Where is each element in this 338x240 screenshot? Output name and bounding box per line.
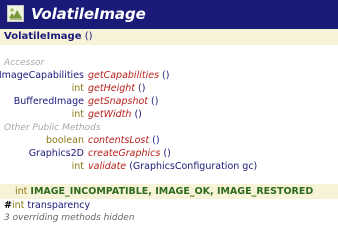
return-type: int bbox=[71, 109, 84, 120]
return-type: ImageCapabilities bbox=[0, 70, 84, 81]
return-type: boolean bbox=[46, 135, 84, 146]
method-name: getHeight () bbox=[88, 83, 146, 94]
return-type: Graphics2D bbox=[28, 148, 84, 159]
return-type: int bbox=[71, 161, 84, 172]
field-row[interactable]: #int transparency bbox=[4, 199, 90, 212]
section-other-public: Other Public Methods bbox=[4, 123, 101, 133]
method-name: contentsLost () bbox=[88, 135, 160, 146]
class-header: VolatileImage bbox=[0, 0, 338, 29]
constant-type: int bbox=[15, 186, 28, 197]
class-title: VolatileImage bbox=[31, 5, 146, 23]
method-name: validate (GraphicsConfiguration gc) bbox=[88, 161, 258, 172]
method-name: createGraphics () bbox=[88, 148, 171, 159]
section-accessor: Accessor bbox=[4, 58, 45, 68]
overrides-text: overriding methods hidden bbox=[12, 213, 135, 223]
protected-marker: # bbox=[4, 200, 12, 211]
overrides-count: 3 bbox=[4, 213, 10, 223]
return-type: int bbox=[71, 83, 84, 94]
constructor-signature[interactable]: VolatileImage () bbox=[4, 31, 93, 43]
method-row[interactable]: ImageCapabilities getCapabilities () bbox=[0, 69, 338, 82]
field-name: transparency bbox=[27, 200, 91, 211]
field-type: int bbox=[11, 200, 25, 211]
method-row[interactable]: int validate (GraphicsConfiguration gc) bbox=[0, 160, 338, 173]
image-icon bbox=[7, 5, 24, 22]
constants-row[interactable]: int IMAGE_INCOMPATIBLE, IMAGE_OK, IMAGE_… bbox=[15, 185, 313, 198]
method-row[interactable]: int getWidth () bbox=[0, 108, 338, 121]
method-name: getCapabilities () bbox=[88, 70, 170, 81]
method-name: getWidth () bbox=[88, 109, 142, 120]
constructor-name: VolatileImage bbox=[4, 31, 82, 42]
method-row[interactable]: Graphics2D createGraphics () bbox=[0, 147, 338, 160]
method-row[interactable]: int getHeight () bbox=[0, 82, 338, 95]
method-row[interactable]: boolean contentsLost () bbox=[0, 134, 338, 147]
method-row[interactable]: BufferedImage getSnapshot () bbox=[0, 95, 338, 108]
class-card: VolatileImage VolatileImage () Accessor … bbox=[0, 0, 338, 225]
constructor-args: () bbox=[84, 31, 93, 42]
method-name: getSnapshot () bbox=[88, 96, 159, 107]
return-type: BufferedImage bbox=[13, 96, 84, 107]
constant-names: IMAGE_INCOMPATIBLE, IMAGE_OK, IMAGE_REST… bbox=[30, 186, 314, 197]
overrides-note[interactable]: 3 overriding methods hidden bbox=[4, 212, 135, 224]
